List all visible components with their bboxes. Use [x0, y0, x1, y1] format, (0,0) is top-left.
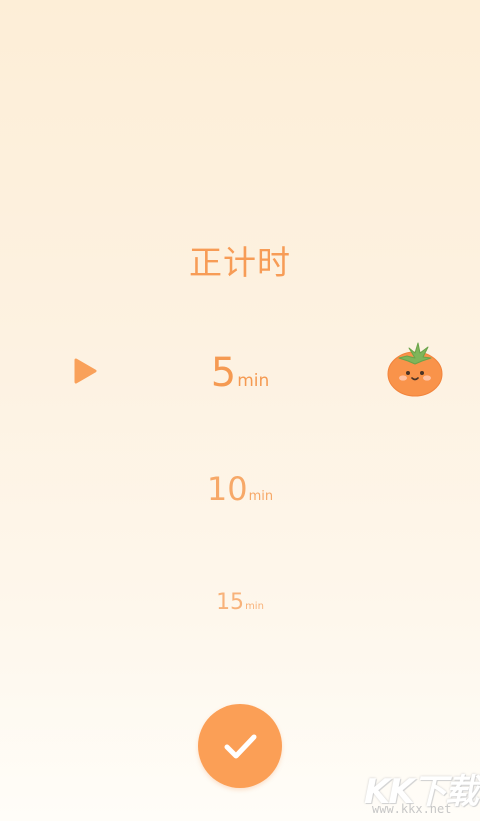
time-option-15min[interactable]: 15min [0, 590, 480, 615]
time-option-value: 15 [216, 590, 245, 615]
time-option-10min[interactable]: 10min [0, 470, 480, 508]
watermark-url: www.kkx.net [372, 802, 452, 816]
confirm-button[interactable] [198, 704, 282, 788]
time-option-value: 5 [210, 350, 237, 396]
mode-title: 正计时 [189, 243, 291, 282]
time-option-unit: min [248, 489, 274, 504]
time-option-unit: min [237, 371, 270, 391]
watermark: KK下载 www.kkx.net [362, 762, 479, 820]
time-option-unit: min [245, 601, 264, 612]
checkmark-icon [224, 734, 257, 759]
tomato-icon [387, 342, 443, 397]
time-option-value: 10 [206, 470, 248, 508]
